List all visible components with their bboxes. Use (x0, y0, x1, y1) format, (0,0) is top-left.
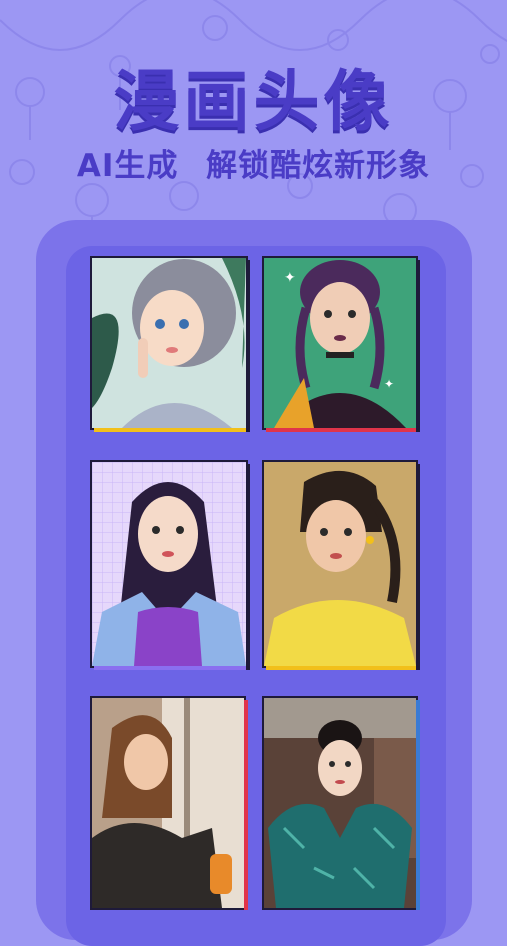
subtitle-tagline: 解锁酷炫新形象 (206, 148, 431, 184)
avatar-card-3[interactable] (90, 460, 248, 668)
card-1-yellow-edge (94, 428, 248, 432)
portrait-image-1 (92, 258, 246, 428)
card-2-right-edge (416, 260, 420, 432)
page-title: 漫画头像 (113, 63, 394, 140)
portrait-image-3 (92, 462, 246, 666)
svg-text:✦: ✦ (284, 270, 296, 286)
portrait-image-4 (264, 462, 416, 666)
card-1-right-edge (246, 260, 250, 432)
portrait-image-6 (264, 698, 416, 908)
card-3-purple-edge (94, 666, 248, 670)
avatar-card-1[interactable] (90, 256, 248, 430)
card-3-right-edge (246, 464, 250, 670)
page-subtitle: AI生成 解锁酷炫新形象 (0, 140, 507, 185)
portrait-image-5 (92, 698, 244, 908)
avatar-card-4[interactable] (262, 460, 418, 668)
svg-text:✦: ✦ (384, 377, 394, 391)
subtitle-ai-label: AI生成 (76, 148, 179, 184)
avatar-card-5[interactable] (90, 696, 246, 910)
portrait-image-2: ✦ ✦ (264, 258, 416, 428)
card-5-red-edge (244, 700, 248, 910)
card-6-blue-edge (416, 700, 420, 910)
avatar-card-6[interactable] (262, 696, 418, 910)
avatar-card-2[interactable]: ✦ ✦ (262, 256, 418, 430)
card-4-right-edge (416, 464, 420, 670)
card-4-yellow-edge (266, 666, 418, 670)
card-2-red-edge (266, 428, 418, 432)
